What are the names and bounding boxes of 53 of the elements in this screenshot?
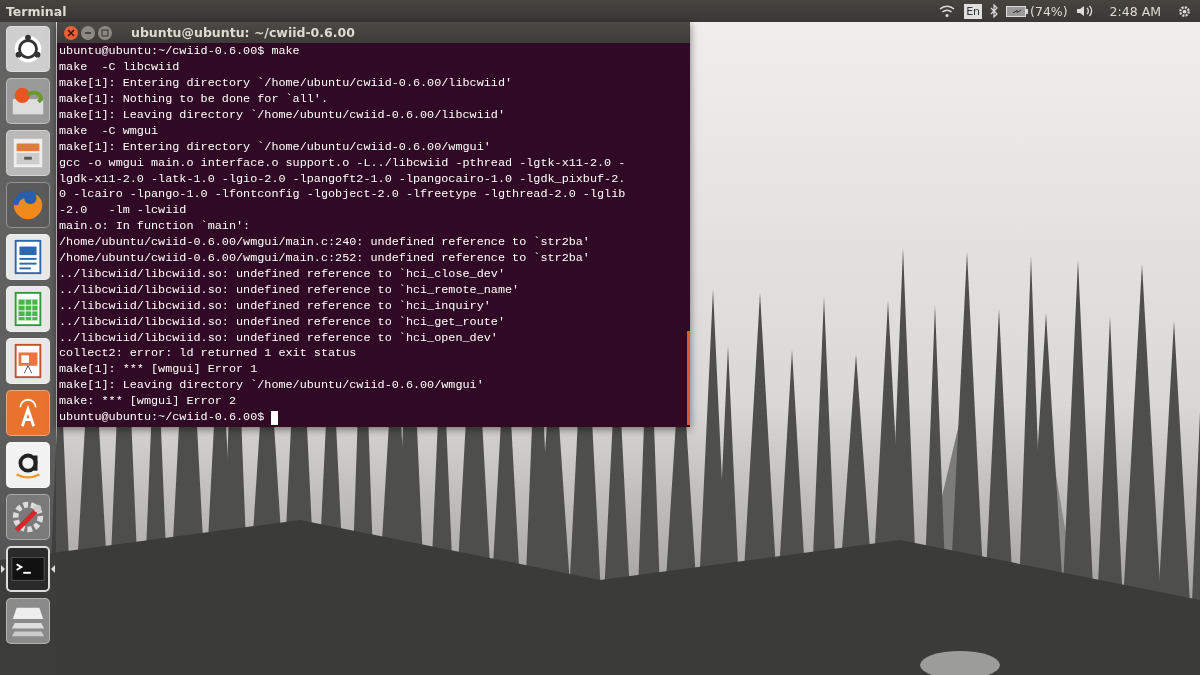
terminal-line: /home/ubuntu/cwiid-0.6.00/wmgui/main.c:240: undefined reference to `str2ba' xyxy=(59,235,591,252)
terminal-launcher-icon[interactable] xyxy=(6,546,50,592)
terminal-line: ../libcwiid/libcwiid.so: undefined reference to `hci_close_dev' xyxy=(59,266,506,283)
terminal-line: make[1]: Nothing to be done for `all'. xyxy=(59,91,329,108)
window-title: ubuntu@ubuntu: ~/cwiid-0.6.00 xyxy=(131,25,355,41)
terminal-line: make[1]: *** [wmgui] Error 1 xyxy=(59,362,259,379)
terminal-line: /home/ubuntu/cwiid-0.6.00/wmgui/main.c:252: undefined reference to `str2ba' xyxy=(59,251,591,267)
terminal-line: make[1]: Leaving directory `/home/ubuntu/cwiid-0.6.00/libcwiid' xyxy=(59,107,506,124)
terminal-line: ../libcwiid/libcwiid.so: undefined reference to `hci_remote_name' xyxy=(59,282,521,299)
terminal-line: make -C wmgui xyxy=(59,123,160,140)
terminal-line: lgdk-x11-2.0 -latk-1.0 -lgio-2.0 -lpangoft2-1.0 -lpangocairo-1.0 -lgdk_pixbuf-2. xyxy=(59,171,627,188)
terminal-line: ../libcwiid/libcwiid.so: undefined reference to `hci_inquiry' xyxy=(59,298,492,315)
battery-percentage[interactable]: (74%) xyxy=(1030,3,1068,19)
text-cursor xyxy=(271,411,279,426)
app-title: Terminal xyxy=(5,3,67,19)
workspace-switcher[interactable] xyxy=(6,598,50,644)
maximize-icon xyxy=(101,28,109,37)
bluetooth-icon[interactable] xyxy=(990,4,999,18)
battery-icon[interactable] xyxy=(1006,5,1029,17)
terminal-line: make[1]: Entering directory `/home/ubuntu/cwiid-0.6.00/wmgui' xyxy=(59,139,492,156)
terminal-line: make[1]: Entering directory `/home/ubuntu/cwiid-0.6.00/libcwiid' xyxy=(59,76,514,92)
impress-launcher-icon[interactable] xyxy=(6,338,50,384)
amazon-launcher-icon[interactable] xyxy=(6,442,50,488)
terminal-line: gcc -o wmgui main.o interface.o support.o -L../libcwiid -pthread -lgtk-x11-2.0 - xyxy=(59,155,627,172)
clock[interactable]: 2:48 AM xyxy=(1109,3,1161,19)
volume-icon[interactable] xyxy=(1075,4,1094,18)
calc-launcher-icon[interactable] xyxy=(6,286,50,332)
terminal-line: main.o: In function `main': xyxy=(59,219,252,236)
terminal-line: ../libcwiid/libcwiid.so: undefined reference to `hci_open_dev' xyxy=(59,330,499,347)
settings-launcher-icon[interactable] xyxy=(6,494,50,540)
maximize-button[interactable] xyxy=(98,25,112,40)
dash-button[interactable] xyxy=(6,26,50,72)
terminal-line: make: *** [wmgui] Error 2 xyxy=(59,394,237,411)
close-button[interactable] xyxy=(64,25,78,40)
gear-icon[interactable] xyxy=(1177,3,1192,19)
scrollbar[interactable] xyxy=(687,331,690,426)
software-launcher-icon[interactable] xyxy=(6,390,50,436)
keyboard-indicator[interactable]: En xyxy=(964,3,983,19)
terminal-line: 0 -lcairo -lpango-1.0 -lfontconfig -lgobject-2.0 -lfreetype -lgthread-2.0 -lglib xyxy=(59,187,627,204)
terminal-line: ../libcwiid/libcwiid.so: undefined reference to `hci_get_route' xyxy=(59,314,506,331)
firefox-launcher-icon[interactable] xyxy=(6,182,50,228)
writer-launcher-icon[interactable] xyxy=(6,234,50,280)
terminal-line: -2.0 -lm -lcwiid xyxy=(59,203,188,220)
terminal-line: make -C libcwiid xyxy=(59,60,181,77)
installer-launcher-icon[interactable] xyxy=(6,78,50,124)
shell-prompt: ubuntu@ubuntu:~/cwiid-0.6.00$ xyxy=(59,410,266,426)
files-launcher-icon[interactable] xyxy=(6,130,50,176)
wifi-icon[interactable] xyxy=(938,4,957,18)
close-icon xyxy=(67,28,75,37)
terminal-line: collect2: error: ld returned 1 exit status xyxy=(59,346,358,363)
terminal-line: make[1]: Leaving directory `/home/ubuntu/cwiid-0.6.00/wmgui' xyxy=(59,378,485,395)
minimize-button[interactable] xyxy=(81,25,95,40)
terminal-line: ubuntu@ubuntu:~/cwiid-0.6.00$ make xyxy=(59,44,301,61)
